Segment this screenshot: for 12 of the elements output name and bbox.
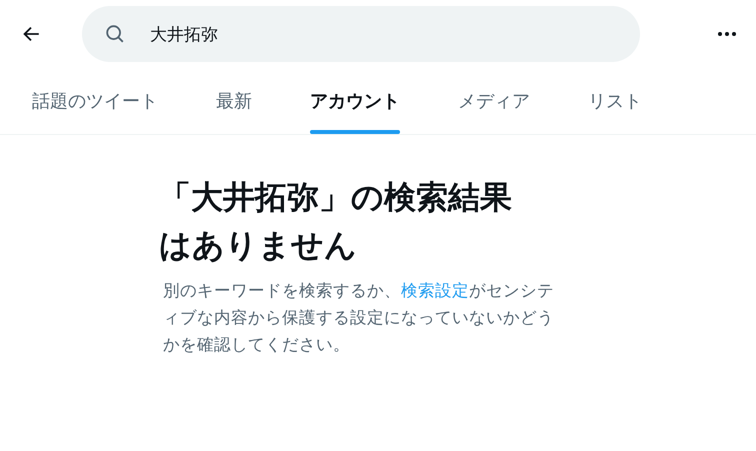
search-field[interactable]: 大井拓弥 — [148, 23, 620, 45]
empty-state-heading: 「大井拓弥」の検索結果はありません — [159, 177, 513, 266]
tab[interactable]: アカウント — [310, 68, 400, 134]
tab[interactable]: 最新 — [216, 68, 252, 134]
tab[interactable]: 話題のツイート — [32, 68, 158, 134]
tab[interactable]: リスト — [588, 68, 642, 134]
tab[interactable]: メディア — [458, 68, 530, 134]
empty-state-message: 別のキーワードを検索するか、検索設定がセンシティブな内容から保護する設定になっていないかどうかを確認してください。 — [163, 280, 555, 356]
more-button[interactable] — [716, 31, 738, 37]
search-icon — [104, 23, 126, 45]
more-icon — [716, 31, 738, 37]
search-bar[interactable]: 大井拓弥 — [82, 6, 640, 62]
